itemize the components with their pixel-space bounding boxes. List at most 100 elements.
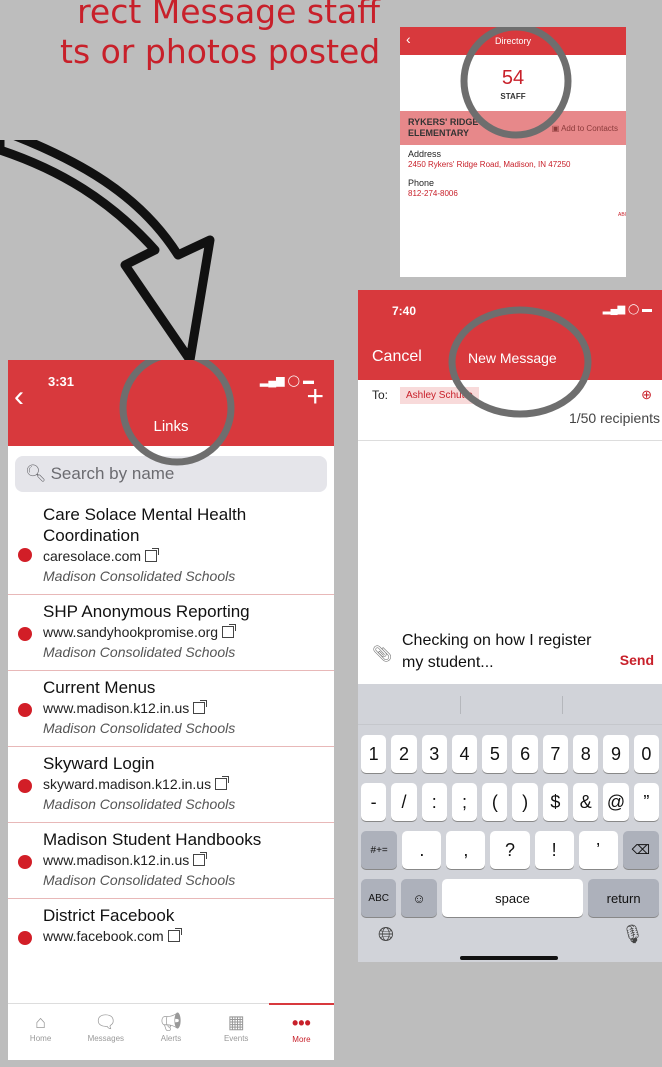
key[interactable]: 5 bbox=[482, 735, 508, 773]
list-item[interactable]: Madison Student Handbooks www.madison.k1… bbox=[8, 823, 334, 899]
link-title: SHP Anonymous Reporting bbox=[43, 602, 250, 621]
link-url-text: www.sandyhookpromise.org bbox=[43, 624, 219, 640]
link-title: Madison Student Handbooks bbox=[43, 830, 262, 849]
globe-icon[interactable]: 🌐︎ bbox=[378, 924, 394, 947]
key[interactable]: . bbox=[402, 831, 442, 869]
link-title: Skyward Login bbox=[43, 754, 155, 773]
back-icon[interactable]: ‹ bbox=[406, 31, 411, 47]
bullet-dot-icon bbox=[18, 627, 32, 641]
headline: rect Message staff ts or photos posted bbox=[60, 0, 380, 72]
link-url[interactable]: www.facebook.com bbox=[43, 926, 324, 946]
highlight-circle bbox=[448, 306, 592, 418]
key[interactable]: ? bbox=[490, 831, 530, 869]
abc-key[interactable]: ABC bbox=[361, 879, 397, 917]
microphone-icon[interactable]: 🎙︎ bbox=[621, 924, 644, 945]
add-icon[interactable]: + bbox=[306, 380, 324, 414]
link-url[interactable]: www.madison.k12.in.us bbox=[43, 698, 324, 718]
address-value[interactable]: 2450 Rykers' Ridge Road, Madison, IN 472… bbox=[408, 159, 618, 170]
tab-label: Alerts bbox=[160, 1034, 182, 1043]
tab-events[interactable]: ▦ Events bbox=[204, 1004, 269, 1060]
key[interactable]: - bbox=[361, 783, 387, 821]
link-url-text: skyward.madison.k12.in.us bbox=[43, 776, 212, 792]
key-row-1: 1 2 3 4 5 6 7 8 9 0 bbox=[358, 735, 662, 773]
home-indicator bbox=[460, 956, 558, 960]
add-recipient-icon[interactable]: ⊕ bbox=[641, 387, 652, 403]
key[interactable]: 8 bbox=[573, 735, 599, 773]
suggestion-bar bbox=[358, 684, 662, 725]
send-button[interactable]: Send bbox=[620, 652, 654, 668]
key[interactable]: 3 bbox=[421, 735, 447, 773]
tab-home[interactable]: ⌂ Home bbox=[8, 1004, 73, 1060]
link-url[interactable]: skyward.madison.k12.in.us bbox=[43, 774, 324, 794]
key[interactable]: 2 bbox=[391, 735, 417, 773]
link-url[interactable]: caresolace.com bbox=[43, 546, 324, 566]
alphabet-index[interactable]: ABCDEFG bbox=[618, 212, 626, 218]
phone-section: Phone 812-274-8006 bbox=[400, 174, 626, 203]
messages-icon: 🗨︎ bbox=[94, 1012, 118, 1032]
external-link-icon bbox=[193, 700, 208, 714]
list-item[interactable]: Current Menus www.madison.k12.in.us Madi… bbox=[8, 671, 334, 747]
list-item[interactable]: Skyward Login skyward.madison.k12.in.us … bbox=[8, 747, 334, 823]
external-link-icon bbox=[215, 776, 230, 790]
phone-value[interactable]: 812-274-8006 bbox=[408, 188, 618, 199]
message-input[interactable]: Checking on how I register my student... bbox=[402, 630, 612, 674]
link-title: Current Menus bbox=[43, 678, 156, 697]
status-icons: ▂▄▆ ◯ ▬ bbox=[602, 304, 652, 315]
key[interactable]: ; bbox=[451, 783, 478, 821]
links-phone: 3:31 ▂▄▆ ◯ ▬ ‹ Links + 🔍︎ Search by name… bbox=[8, 360, 334, 1060]
key[interactable]: ” bbox=[633, 783, 659, 821]
link-title: Care Solace Mental Health Coordination bbox=[43, 505, 247, 545]
paperclip-icon[interactable]: 📎︎ bbox=[372, 644, 392, 664]
link-url[interactable]: www.madison.k12.in.us bbox=[43, 850, 324, 870]
link-org: Madison Consolidated Schools bbox=[43, 568, 236, 584]
key[interactable]: 7 bbox=[542, 735, 569, 773]
link-url-text: caresolace.com bbox=[43, 548, 142, 564]
bullet-dot-icon bbox=[18, 703, 32, 717]
keyboard: 1 2 3 4 5 6 7 8 9 0 - / : ; ( ) $ & @ ” … bbox=[358, 684, 662, 962]
message-phone: 7:40 ▂▄▆ ◯ ▬ Cancel New Message To: Ashl… bbox=[358, 290, 662, 962]
headline-line-1: rect Message staff bbox=[77, 0, 380, 31]
to-label: To: bbox=[372, 388, 389, 402]
return-key[interactable]: return bbox=[588, 879, 659, 917]
bullet-dot-icon bbox=[18, 548, 32, 562]
back-icon[interactable]: ‹ bbox=[14, 380, 24, 414]
key[interactable]: , bbox=[446, 831, 486, 869]
pointer-arrow bbox=[0, 140, 215, 365]
tab-more[interactable]: ••• More bbox=[268, 1003, 334, 1060]
directory-card: ‹ Directory 54 STAFF RYKERS' RIDGE ELEME… bbox=[400, 27, 626, 277]
key[interactable]: ( bbox=[482, 783, 508, 821]
key[interactable]: @ bbox=[603, 783, 629, 821]
key[interactable]: ’ bbox=[578, 831, 618, 869]
more-icon: ••• bbox=[291, 1013, 311, 1033]
key[interactable]: 6 bbox=[512, 735, 538, 773]
link-url[interactable]: www.sandyhookpromise.org bbox=[43, 622, 324, 642]
backspace-icon: ⌫ bbox=[631, 842, 651, 857]
key[interactable]: 9 bbox=[603, 735, 629, 773]
key[interactable]: 0 bbox=[633, 735, 659, 773]
delete-key[interactable]: ⌫ bbox=[622, 831, 659, 869]
address-label: Address bbox=[408, 149, 442, 159]
headline-line-2: ts or photos posted bbox=[60, 32, 381, 71]
tab-label: More bbox=[292, 1035, 311, 1044]
key[interactable]: ) bbox=[512, 783, 538, 821]
key[interactable]: & bbox=[573, 783, 599, 821]
list-item[interactable]: SHP Anonymous Reporting www.sandyhookpro… bbox=[8, 595, 334, 671]
key[interactable]: / bbox=[391, 783, 417, 821]
key[interactable]: ! bbox=[534, 831, 574, 869]
emoji-key[interactable]: ☺ bbox=[401, 879, 437, 917]
tab-messages[interactable]: 🗨︎ Messages bbox=[73, 1004, 138, 1060]
key[interactable]: 1 bbox=[361, 735, 387, 773]
list-item[interactable]: Care Solace Mental Health Coordination c… bbox=[8, 498, 334, 595]
tab-alerts[interactable]: 📢︎ Alerts bbox=[138, 1004, 203, 1060]
space-key[interactable]: space bbox=[441, 879, 584, 917]
link-url-text: www.facebook.com bbox=[43, 928, 164, 944]
key[interactable]: 4 bbox=[451, 735, 478, 773]
megaphone-icon: 📢︎ bbox=[159, 1012, 183, 1032]
list-item[interactable]: District Facebook www.facebook.com bbox=[8, 899, 334, 954]
highlight-circle bbox=[460, 27, 572, 139]
symbols-key[interactable]: #+= bbox=[361, 831, 398, 869]
key[interactable]: $ bbox=[542, 783, 569, 821]
emoji-icon: ☺ bbox=[412, 890, 426, 906]
key[interactable]: : bbox=[421, 783, 447, 821]
cancel-button[interactable]: Cancel bbox=[372, 348, 422, 366]
